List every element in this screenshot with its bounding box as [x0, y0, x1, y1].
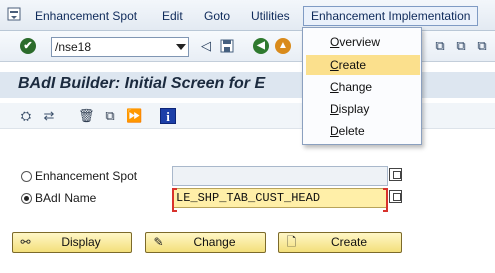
delete-icon[interactable]: 🗑: [78, 108, 95, 124]
info-icon[interactable]: i: [160, 108, 176, 124]
menu-enhancement-spot[interactable]: Enhancement Spot: [35, 6, 137, 26]
chevron-down-icon[interactable]: [176, 44, 186, 50]
page-title: BAdI Builder: Initial Screen for E: [18, 75, 266, 92]
create-button[interactable]: 🗋 Create: [278, 232, 402, 253]
enhancement-spot-value-help-icon[interactable]: [389, 168, 402, 181]
save-icon[interactable]: [219, 38, 235, 54]
menu-edit[interactable]: Edit: [162, 6, 183, 26]
enter-button[interactable]: ✔: [20, 38, 36, 54]
enhancement-spot-radio[interactable]: [21, 171, 32, 182]
first-page-icon[interactable]: ⧉: [474, 38, 490, 54]
command-field[interactable]: [51, 37, 189, 57]
menu-enhancement-implementation[interactable]: Enhancement Implementation: [303, 6, 479, 26]
find-next-icon[interactable]: ⧉: [453, 38, 469, 54]
menu-goto[interactable]: Goto: [204, 6, 230, 26]
system-menu-icon[interactable]: [7, 7, 21, 21]
badi-name-label: BAdI Name: [35, 191, 97, 205]
badi-name-field[interactable]: LE_SHP_TAB_CUST_HEAD: [172, 188, 388, 212]
badi-name-radio[interactable]: [21, 193, 32, 204]
pencil-icon: ✎: [153, 235, 164, 249]
other-object-icon[interactable]: ⛭: [18, 108, 34, 124]
menu-item-change[interactable]: Change: [306, 77, 420, 97]
menu-utilities[interactable]: Utilities: [251, 6, 290, 26]
copy-icon[interactable]: ⧉: [102, 108, 118, 124]
create-button-label: Create: [330, 235, 368, 249]
glasses-icon: ⚯: [20, 235, 31, 249]
rename-icon[interactable]: ⏩: [126, 108, 142, 124]
history-back-icon[interactable]: ◁: [198, 38, 214, 54]
enhancement-spot-label: Enhancement Spot: [35, 169, 138, 183]
display-button[interactable]: ⚯ Display: [12, 232, 132, 253]
change-button-label: Change: [193, 235, 236, 249]
menu-item-overview[interactable]: Overview: [306, 32, 420, 52]
enhancement-spot-field[interactable]: [172, 166, 388, 186]
change-button[interactable]: ✎ Change: [145, 232, 266, 253]
menu-item-delete[interactable]: Delete: [306, 121, 420, 141]
back-icon[interactable]: ◀: [253, 38, 269, 54]
exit-icon[interactable]: ▲: [275, 38, 291, 54]
where-used-icon[interactable]: ⇄: [41, 108, 57, 124]
menu-item-display[interactable]: Display: [306, 99, 420, 119]
badi-name-value-help-icon[interactable]: [389, 190, 402, 203]
display-button-label: Display: [61, 235, 101, 249]
new-document-icon: 🗋: [286, 235, 297, 249]
menu-item-create[interactable]: Create: [306, 55, 420, 75]
find-icon[interactable]: ⧉: [432, 38, 448, 54]
enhancement-implementation-menu: Overview Create Change Display Delete: [302, 27, 422, 145]
